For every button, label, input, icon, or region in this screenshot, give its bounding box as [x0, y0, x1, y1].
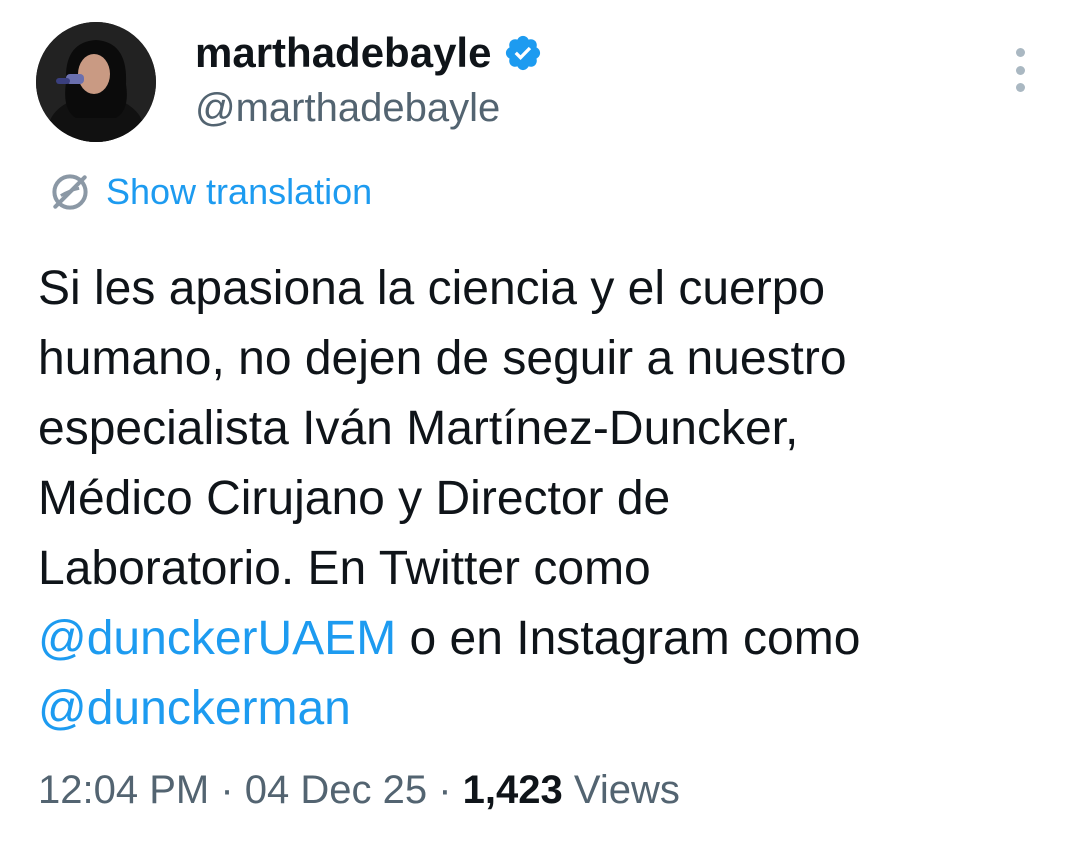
more-options-button[interactable] — [1004, 48, 1036, 92]
tweet-text-line: Laboratorio. En Twitter como — [38, 542, 651, 595]
tweet-date[interactable]: 04 Dec 25 — [245, 768, 427, 812]
tweet-text-line: Médico Cirujano y Director de — [38, 472, 671, 525]
globe-translate-icon — [52, 174, 88, 210]
mention-link-duncker-uaem[interactable]: @dunckerUAEM — [38, 612, 396, 665]
author-display-name[interactable]: marthadebayle — [195, 28, 491, 78]
tweet-text-line: humano, no dejen de seguir a nuestro — [38, 332, 847, 385]
tweet-text-line: Si les apasiona la ciencia y el cuerpo — [38, 262, 826, 315]
avatar-photo — [36, 22, 156, 142]
tweet-time[interactable]: 12:04 PM — [38, 768, 209, 812]
show-translation-button[interactable]: Show translation — [48, 168, 372, 216]
meta-separator: · — [209, 768, 245, 812]
views-count: 1,423 — [462, 768, 563, 812]
avatar[interactable] — [36, 22, 156, 142]
meta-separator: · — [427, 768, 463, 812]
tweet-text-line: @dunckerUAEM o en Instagram como — [38, 604, 1048, 674]
author-display-name-row[interactable]: marthadebayle — [195, 28, 543, 78]
verified-badge-icon — [506, 35, 541, 71]
tweet-text: Si les apasiona la ciencia y el cuerpo h… — [38, 254, 1048, 744]
tweet-text-line: especialista Iván Martínez-Duncker, — [38, 402, 799, 455]
tweet-text-fragment: o en Instagram como — [396, 612, 861, 665]
views-label: Views — [562, 768, 680, 812]
mention-link-dunckerman[interactable]: @dunckerman — [38, 682, 351, 735]
tweet-text-line: @dunckerman — [38, 674, 1048, 744]
author-handle[interactable]: @marthadebayle — [195, 84, 500, 132]
tweet-meta: 12:04 PM · 04 Dec 25 · 1,423 Views — [38, 762, 680, 818]
show-translation-label: Show translation — [106, 171, 373, 212]
more-vertical-icon — [1015, 48, 1025, 57]
